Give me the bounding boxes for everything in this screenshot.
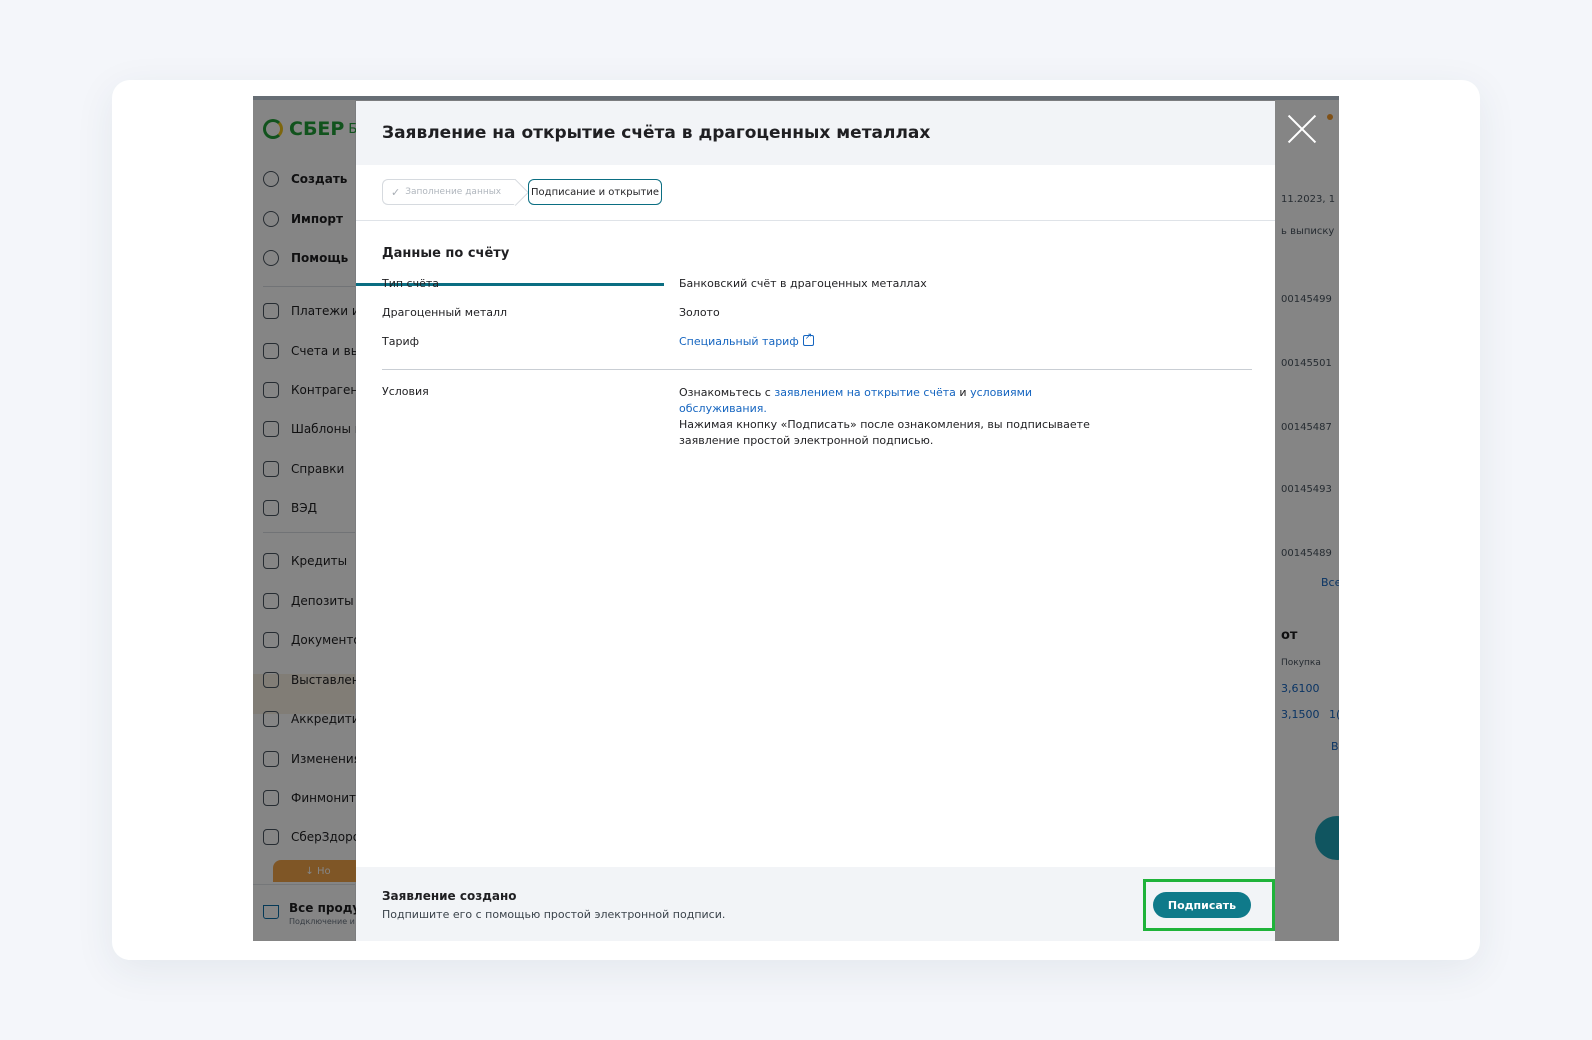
step-fill-data-label: Заполнение данных xyxy=(405,187,502,197)
footer-title: Заявление создано xyxy=(382,889,517,903)
metal-label: Драгоценный металл xyxy=(382,306,508,319)
modal-header: Заявление на открытие счёта в драгоценны… xyxy=(356,101,1275,165)
step-sign-and-open[interactable]: Подписание и открытие xyxy=(528,179,662,205)
section-title: Данные по счёту xyxy=(382,246,510,261)
modal-title: Заявление на открытие счёта в драгоценны… xyxy=(382,123,931,143)
conditions-middle: и xyxy=(955,386,971,399)
conditions-text: Ознакомьтесь с заявлением на открытие сч… xyxy=(679,385,1099,449)
sign-button-highlight xyxy=(1143,879,1275,931)
modal-footer: Заявление создано Подпишите его с помощь… xyxy=(356,867,1275,941)
close-icon[interactable] xyxy=(1287,114,1317,144)
step-sign-and-open-label: Подписание и открытие xyxy=(531,186,659,198)
tariff-link[interactable]: Специальный тариф xyxy=(679,332,814,348)
section-divider xyxy=(382,369,1252,370)
app-window: СБЕР Би СоздатьИмпортПомощьПлатежи и гСч… xyxy=(253,96,1339,941)
tariff-label: Тариф xyxy=(382,335,419,348)
tariff-link-text[interactable]: Специальный тариф xyxy=(679,335,799,348)
conditions-note: Нажимая кнопку «Подписать» после ознаком… xyxy=(679,418,1090,447)
stepper: ✓ Заполнение данных Подписание и открыти… xyxy=(356,165,1275,286)
footer-subtitle: Подпишите его с помощью простой электрон… xyxy=(382,908,726,921)
step-fill-data[interactable]: ✓ Заполнение данных xyxy=(382,179,516,205)
external-link-icon[interactable] xyxy=(802,332,814,346)
metal-value: Золото xyxy=(679,306,720,319)
open-metal-account-modal: Заявление на открытие счёта в драгоценны… xyxy=(356,101,1275,941)
application-link[interactable]: заявлением на открытие счёта xyxy=(774,386,956,399)
account-type-value: Банковский счёт в драгоценных металлах xyxy=(679,277,927,290)
conditions-label: Условия xyxy=(382,385,429,398)
check-icon: ✓ xyxy=(391,185,401,199)
conditions-prefix: Ознакомьтесь с xyxy=(679,386,775,399)
account-type-label: Тип счёта xyxy=(382,277,440,290)
